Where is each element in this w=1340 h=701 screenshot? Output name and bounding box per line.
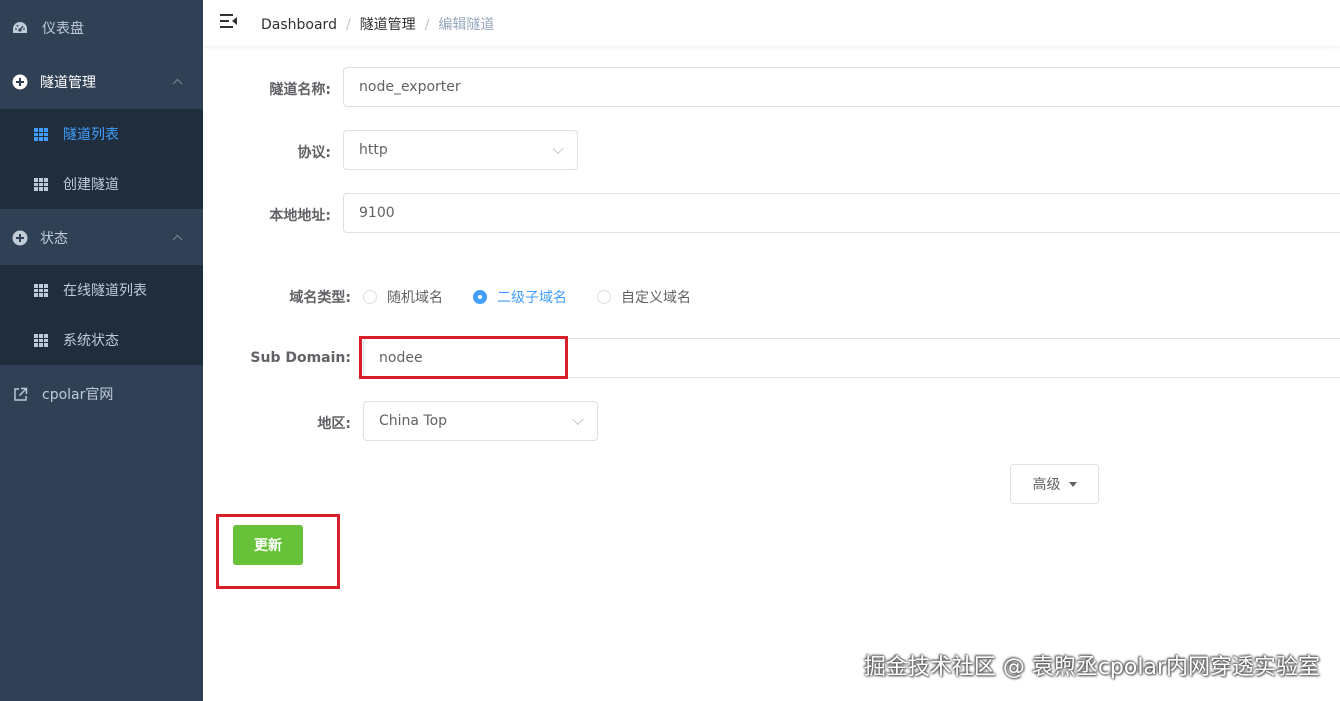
- external-link-icon: [12, 386, 28, 402]
- sidebar: 仪表盘 隧道管理 隧道列表 创建隧道 状态 在线隧道列表 系统状态 cpolar…: [0, 0, 203, 701]
- grid-icon: [33, 126, 49, 142]
- highlight-box-subdomain: [359, 336, 568, 379]
- region-select[interactable]: China Top: [363, 401, 598, 441]
- region-value: China Top: [379, 413, 448, 429]
- tunnel-name-label: 隧道名称:: [269, 82, 331, 98]
- radio-label: 自定义域名: [621, 290, 691, 306]
- sidebar-item-dashboard[interactable]: 仪表盘: [0, 0, 203, 56]
- grid-icon: [33, 176, 49, 192]
- watermark: 掘金技术社区 @ 袁煦丞cpolar内网穿透实验室: [863, 655, 1320, 680]
- radio-label: 二级子域名: [497, 290, 567, 306]
- grid-icon: [33, 282, 49, 298]
- sidebar-item-label: 在线隧道列表: [63, 283, 147, 299]
- domain-type-label: 域名类型:: [289, 290, 351, 306]
- sidebar-item-cpolar-website[interactable]: cpolar官网: [0, 366, 203, 422]
- radio-circle: [597, 290, 611, 304]
- caret-down-icon: [1068, 481, 1077, 487]
- chevron-down-icon: [552, 142, 564, 155]
- breadcrumb: Dashboard / 隧道管理 / 编辑隧道: [261, 17, 495, 33]
- sidebar-item-label: cpolar官网: [42, 387, 114, 403]
- breadcrumb-item-tunnel-management[interactable]: 隧道管理: [360, 17, 416, 33]
- radio-label: 随机域名: [387, 290, 443, 306]
- chevron-up-icon: [172, 234, 183, 245]
- highlight-box-update: [216, 514, 340, 589]
- local-address-label: 本地地址:: [269, 208, 331, 224]
- sidebar-item-status[interactable]: 状态: [0, 210, 203, 266]
- sidebar-item-label: 仪表盘: [42, 21, 84, 37]
- radio-random-domain[interactable]: 随机域名: [363, 287, 443, 307]
- radio-circle: [363, 290, 377, 304]
- subdomain-label: Sub Domain:: [250, 350, 351, 366]
- sidebar-item-system-status[interactable]: 系统状态: [0, 315, 203, 365]
- local-address-value: 9100: [359, 205, 395, 221]
- sidebar-item-create-tunnel[interactable]: 创建隧道: [0, 159, 203, 209]
- radio-custom-domain[interactable]: 自定义域名: [597, 287, 691, 307]
- chevron-up-icon: [172, 78, 183, 89]
- protocol-select[interactable]: http: [343, 130, 578, 170]
- breadcrumb-item-dashboard[interactable]: Dashboard: [261, 17, 337, 33]
- radio-circle: [473, 290, 487, 304]
- protocol-label: 协议:: [297, 145, 331, 161]
- circle-plus-icon: [12, 74, 28, 90]
- advanced-button-label: 高级: [1032, 477, 1061, 493]
- sidebar-item-online-tunnels[interactable]: 在线隧道列表: [0, 265, 203, 315]
- dashboard-icon: [12, 20, 28, 36]
- local-address-input[interactable]: 9100: [343, 193, 1340, 233]
- sidebar-item-label: 隧道管理: [40, 75, 96, 91]
- sidebar-item-label: 系统状态: [63, 333, 119, 349]
- grid-icon: [33, 332, 49, 348]
- sidebar-item-label: 创建隧道: [63, 177, 119, 193]
- tunnel-name-input[interactable]: node_exporter: [343, 67, 1340, 107]
- radio-subdomain[interactable]: 二级子域名: [473, 287, 567, 307]
- breadcrumb-item-current: 编辑隧道: [438, 17, 495, 33]
- sidebar-item-label: 状态: [40, 231, 68, 247]
- circle-plus-icon: [12, 230, 28, 246]
- protocol-value: http: [359, 142, 388, 158]
- sidebar-item-tunnel-list[interactable]: 隧道列表: [0, 109, 203, 159]
- region-label: 地区:: [317, 416, 351, 432]
- sidebar-item-label: 隧道列表: [63, 127, 119, 143]
- hamburger-icon[interactable]: [220, 13, 237, 29]
- advanced-button[interactable]: 高级: [1010, 464, 1099, 504]
- chevron-down-icon: [572, 413, 584, 426]
- top-navbar: Dashboard / 隧道管理 / 编辑隧道: [203, 0, 1340, 46]
- tunnel-name-value: node_exporter: [359, 79, 461, 95]
- sidebar-item-tunnel-management[interactable]: 隧道管理: [0, 54, 203, 110]
